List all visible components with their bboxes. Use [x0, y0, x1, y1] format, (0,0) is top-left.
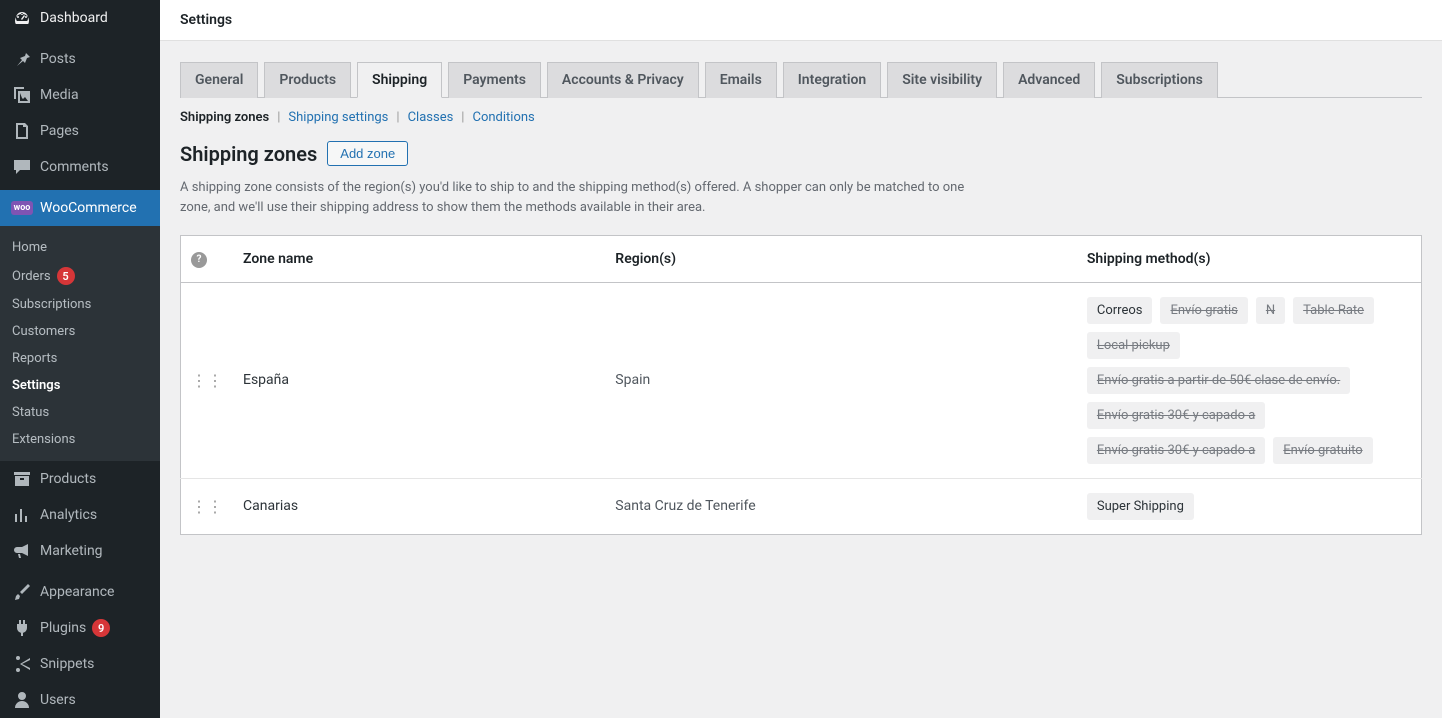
- col-methods: Shipping method(s): [1077, 236, 1422, 283]
- sidebar-item-dashboard[interactable]: Dashboard: [0, 0, 160, 36]
- shipping-subnav: Shipping zones|Shipping settings|Classes…: [180, 110, 1422, 125]
- drag-handle-icon[interactable]: ⋮⋮: [191, 497, 223, 516]
- sidebar-item-marketing[interactable]: Marketing: [0, 533, 160, 569]
- brush-icon: [12, 582, 32, 602]
- pin-icon: [12, 49, 32, 69]
- shipping-zones-table: ? Zone name Region(s) Shipping method(s)…: [180, 235, 1422, 535]
- sidebar-item-snippets[interactable]: Snippets: [0, 646, 160, 682]
- tab-advanced[interactable]: Advanced: [1003, 62, 1095, 98]
- tab-payments[interactable]: Payments: [448, 62, 541, 98]
- shipping-method-badge[interactable]: Local pickup: [1087, 332, 1180, 359]
- shipping-method-badge[interactable]: Correos: [1087, 297, 1153, 324]
- sidebar-item-label: Snippets: [40, 656, 94, 672]
- zone-region: Spain: [605, 282, 1077, 478]
- tab-integration[interactable]: Integration: [783, 62, 881, 98]
- admin-sidebar: Dashboard Posts Media Pages Comments: [0, 0, 160, 718]
- drag-handle-icon[interactable]: ⋮⋮: [191, 371, 223, 390]
- sidebar-item-pages[interactable]: Pages: [0, 113, 160, 149]
- shipping-method-badge[interactable]: Envío gratis: [1160, 297, 1247, 324]
- sidebar-item-appearance[interactable]: Appearance: [0, 574, 160, 610]
- sidebar-item-label: Comments: [40, 159, 109, 175]
- sidebar-item-label: Appearance: [40, 584, 114, 600]
- sidebar-item-posts[interactable]: Posts: [0, 41, 160, 77]
- sidebar-item-woocommerce[interactable]: woo WooCommerce: [0, 190, 160, 226]
- sidebar-item-label: Posts: [40, 51, 76, 67]
- shipping-method-badge[interactable]: Envío gratis 30€ y capado a: [1087, 437, 1265, 464]
- tab-general[interactable]: General: [180, 62, 258, 98]
- tab-accounts-privacy[interactable]: Accounts & Privacy: [547, 62, 699, 98]
- sidebar-subitem-subscriptions[interactable]: Subscriptions: [0, 291, 160, 318]
- sidebar-item-products[interactable]: Products: [0, 461, 160, 497]
- zone-name-link[interactable]: Canarias: [243, 498, 298, 514]
- subnav-classes[interactable]: Classes: [408, 110, 454, 125]
- sidebar-subitem-extensions[interactable]: Extensions: [0, 426, 160, 453]
- section-heading: Shipping zones: [180, 142, 317, 166]
- chart-icon: [12, 505, 32, 525]
- sidebar-item-label: Marketing: [40, 543, 103, 559]
- sidebar-item-label: Dashboard: [40, 10, 108, 26]
- main-content: Settings GeneralProductsShippingPayments…: [160, 0, 1442, 718]
- tab-products[interactable]: Products: [264, 62, 351, 98]
- sidebar-subitem-status[interactable]: Status: [0, 399, 160, 426]
- settings-tabs: GeneralProductsShippingPaymentsAccounts …: [180, 61, 1422, 98]
- sidebar-item-comments[interactable]: Comments: [0, 149, 160, 185]
- section-description: A shipping zone consists of the region(s…: [180, 178, 980, 217]
- help-icon[interactable]: ?: [191, 252, 207, 268]
- plugins-badge: 9: [92, 619, 110, 637]
- col-region: Region(s): [605, 236, 1077, 283]
- sidebar-item-media[interactable]: Media: [0, 77, 160, 113]
- sidebar-item-label: Products: [40, 471, 96, 487]
- col-zone-name: Zone name: [233, 236, 605, 283]
- sidebar-subitem-settings[interactable]: Settings: [0, 372, 160, 399]
- sidebar-item-analytics[interactable]: Analytics: [0, 497, 160, 533]
- sidebar-subitem-orders[interactable]: Orders 5: [0, 261, 160, 291]
- sidebar-subitem-reports[interactable]: Reports: [0, 345, 160, 372]
- topbar: Settings: [160, 0, 1442, 41]
- comment-icon: [12, 157, 32, 177]
- subnav-conditions[interactable]: Conditions: [472, 110, 534, 125]
- table-row: ⋮⋮ España Spain Correos Envío gratis N Table R…: [181, 282, 1422, 478]
- shipping-method-badge[interactable]: Super Shipping: [1087, 493, 1194, 520]
- sidebar-item-label: Analytics: [40, 507, 97, 523]
- table-row: ⋮⋮ Canarias Santa Cruz de Tenerife Super Sh…: [181, 478, 1422, 534]
- shipping-method-badge[interactable]: Envío gratis a partir de 50€ clase de en…: [1087, 367, 1350, 394]
- sidebar-item-label: WooCommerce: [40, 200, 137, 216]
- archive-icon: [12, 469, 32, 489]
- tab-emails[interactable]: Emails: [705, 62, 777, 98]
- woocommerce-submenu: Home Orders 5 Subscriptions Customers Re…: [0, 226, 160, 461]
- shipping-method-badge[interactable]: N: [1256, 297, 1285, 324]
- tab-subscriptions[interactable]: Subscriptions: [1101, 62, 1218, 98]
- sidebar-item-plugins[interactable]: Plugins 9: [0, 610, 160, 646]
- zone-region: Santa Cruz de Tenerife: [605, 478, 1077, 534]
- col-help: ?: [181, 236, 234, 283]
- sidebar-item-label: Pages: [40, 123, 79, 139]
- subnav-shipping-settings[interactable]: Shipping settings: [288, 110, 388, 125]
- shipping-method-badge[interactable]: Envío gratuito: [1273, 437, 1372, 464]
- woocommerce-icon: woo: [12, 198, 32, 218]
- sidebar-subitem-customers[interactable]: Customers: [0, 318, 160, 345]
- sidebar-subitem-home[interactable]: Home: [0, 234, 160, 261]
- page-title: Settings: [180, 12, 232, 28]
- sidebar-item-label: Plugins: [40, 620, 86, 636]
- shipping-method-badge[interactable]: Table Rate: [1293, 297, 1374, 324]
- page-icon: [12, 121, 32, 141]
- add-zone-button[interactable]: Add zone: [327, 141, 408, 166]
- sidebar-item-users[interactable]: Users: [0, 682, 160, 718]
- user-icon: [12, 690, 32, 710]
- sidebar-item-label: Media: [40, 87, 79, 103]
- tab-shipping[interactable]: Shipping: [357, 62, 442, 98]
- scissors-icon: [12, 654, 32, 674]
- tab-site-visibility[interactable]: Site visibility: [887, 62, 997, 98]
- orders-badge: 5: [57, 267, 75, 285]
- media-icon: [12, 85, 32, 105]
- shipping-method-badge[interactable]: Envío gratis 30€ y capado a: [1087, 402, 1265, 429]
- zone-name-link[interactable]: España: [243, 372, 289, 388]
- sidebar-item-label: Users: [40, 692, 76, 708]
- dashboard-icon: [12, 8, 32, 28]
- plugin-icon: [12, 618, 32, 638]
- megaphone-icon: [12, 541, 32, 561]
- subnav-shipping-zones[interactable]: Shipping zones: [180, 110, 269, 125]
